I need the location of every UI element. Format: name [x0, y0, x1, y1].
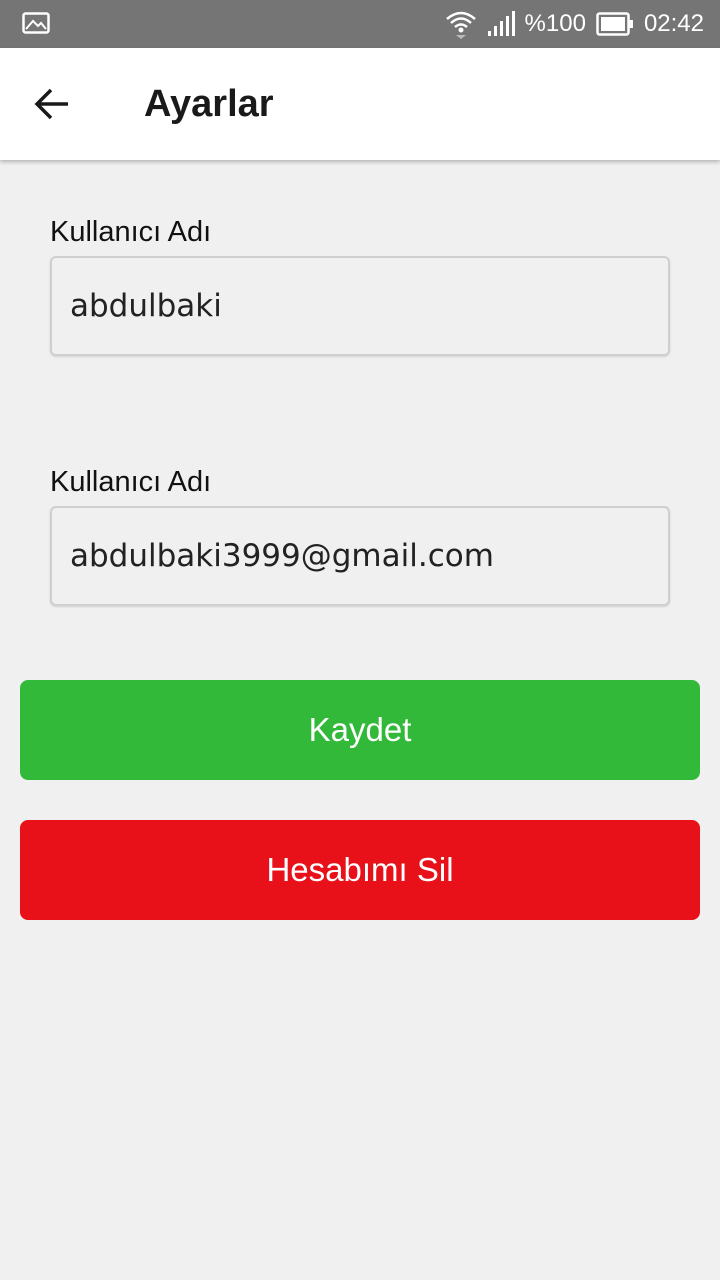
signal-icon [487, 11, 515, 37]
battery-text: %100 [524, 10, 586, 37]
email-label: Kullanıcı Adı [50, 466, 212, 498]
save-button[interactable]: Kaydet [20, 680, 700, 780]
username-label: Kullanıcı Adı [50, 216, 212, 248]
username-input[interactable] [50, 256, 670, 356]
status-bar: %100 02:42 [0, 0, 720, 48]
email-input[interactable] [50, 506, 670, 606]
arrow-left-icon [34, 88, 68, 120]
page-title: Ayarlar [144, 83, 274, 125]
status-time: 02:42 [643, 10, 704, 37]
wifi-icon [445, 9, 477, 39]
app-bar: Ayarlar [0, 48, 720, 160]
back-button[interactable] [22, 76, 82, 132]
image-icon [22, 12, 50, 36]
battery-icon [596, 12, 634, 36]
status-indicators: %100 02:42 [445, 0, 704, 48]
delete-account-button[interactable]: Hesabımı Sil [20, 820, 700, 920]
